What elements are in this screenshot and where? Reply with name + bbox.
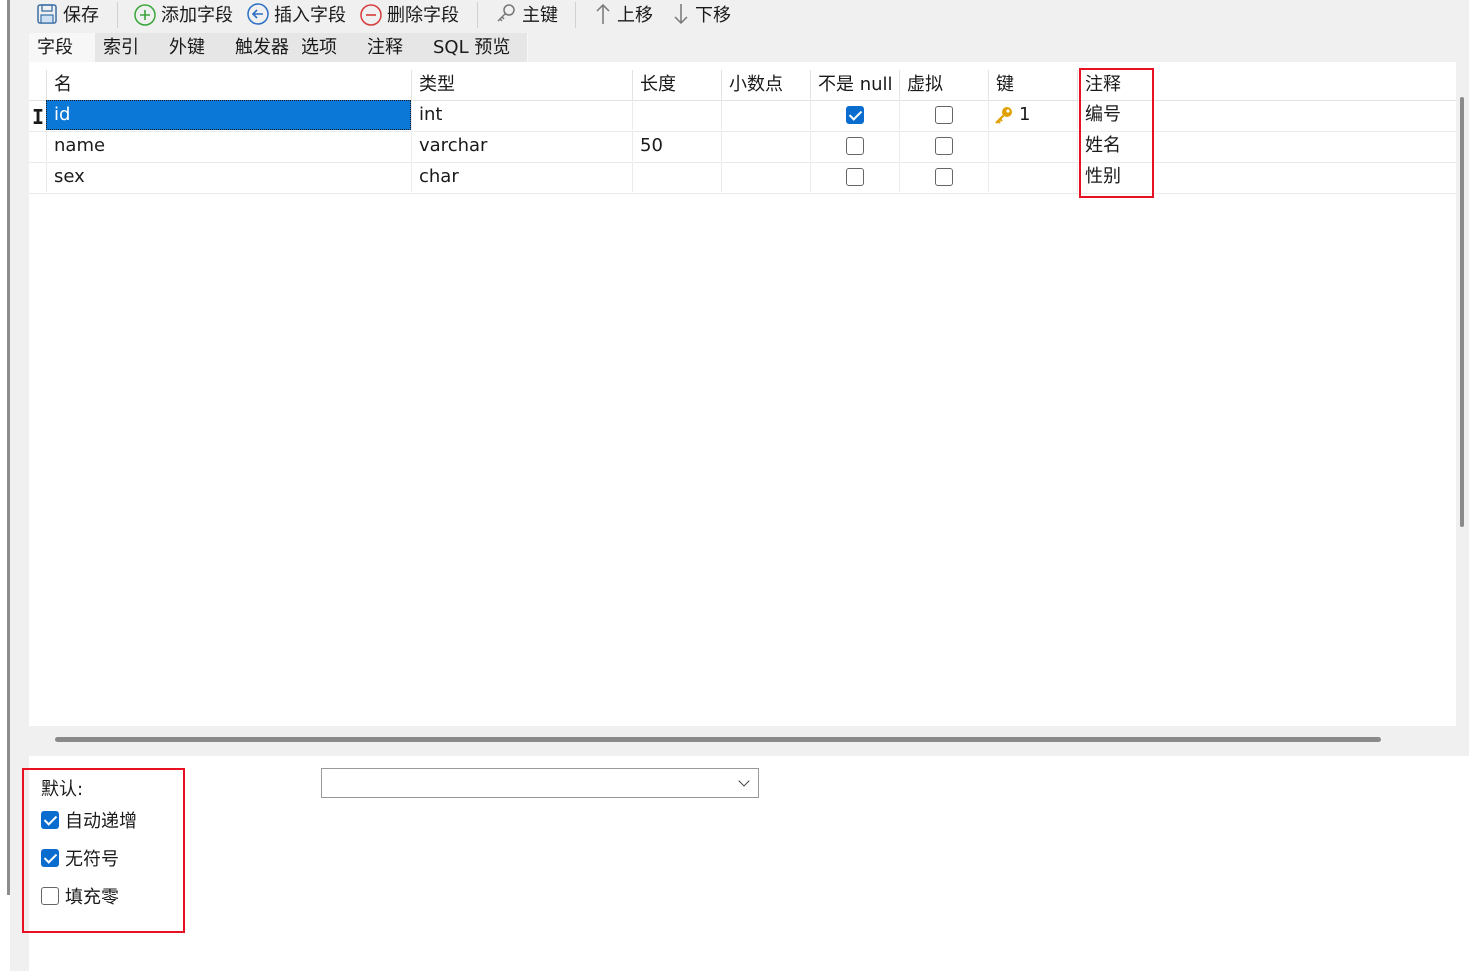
virtual-checkbox[interactable] xyxy=(935,168,953,186)
properties-highlight xyxy=(22,768,185,933)
toolbar-separator xyxy=(575,2,576,28)
not-null-checkbox[interactable] xyxy=(846,168,864,186)
key-icon xyxy=(494,2,518,26)
cell-name[interactable]: id xyxy=(46,100,411,130)
cell-decimals[interactable] xyxy=(721,131,810,161)
cell-virtual xyxy=(899,100,988,130)
move-down-label: 下移 xyxy=(695,5,731,26)
window-left-edge xyxy=(0,0,10,971)
move-up-button[interactable]: 上移 xyxy=(593,0,653,28)
chevron-down-icon xyxy=(738,775,750,787)
cell-not-null xyxy=(810,162,899,192)
virtual-checkbox[interactable] xyxy=(935,106,953,124)
save-button[interactable]: 保存 xyxy=(35,0,99,28)
column-header-key[interactable]: 键 xyxy=(988,70,1077,100)
delete-field-button[interactable]: 删除字段 xyxy=(359,0,459,28)
key-index: 1 xyxy=(1019,104,1031,125)
move-up-label: 上移 xyxy=(617,5,653,26)
horizontal-scrollbar[interactable] xyxy=(29,726,1456,756)
toolbar: 保存 添加字段 插入字段 删除字段 主键 上移 下移 xyxy=(10,0,1469,30)
arrow-down-icon xyxy=(671,2,691,26)
vertical-scrollbar-thumb[interactable] xyxy=(1460,97,1464,527)
save-icon xyxy=(35,2,59,26)
vertical-scrollbar[interactable] xyxy=(1456,72,1469,726)
primary-key-button[interactable]: 主键 xyxy=(494,0,558,28)
cell-decimals[interactable] xyxy=(721,162,810,192)
add-field-button[interactable]: 添加字段 xyxy=(133,0,233,28)
comment-column-highlight xyxy=(1079,68,1154,198)
grid-header: 名 类型 长度 小数点 不是 null 虚拟 键 注释 xyxy=(29,70,1456,101)
cell-key[interactable]: 1 xyxy=(988,100,1077,130)
cell-not-null xyxy=(810,131,899,161)
move-down-button[interactable]: 下移 xyxy=(671,0,731,28)
column-header-type[interactable]: 类型 xyxy=(411,70,632,100)
cell-length[interactable] xyxy=(632,100,721,130)
table-row[interactable]: id int 1 编号 xyxy=(29,100,1456,132)
delete-field-label: 删除字段 xyxy=(387,5,459,26)
horizontal-scrollbar-thumb[interactable] xyxy=(55,737,1381,742)
arrow-up-icon xyxy=(593,2,613,26)
cell-type[interactable]: char xyxy=(411,162,632,192)
cell-not-null xyxy=(810,100,899,130)
not-null-checkbox[interactable] xyxy=(846,106,864,124)
primary-key-label: 主键 xyxy=(522,5,558,26)
insert-arrow-icon xyxy=(246,2,270,26)
remove-circle-icon xyxy=(359,2,383,26)
add-circle-icon xyxy=(133,2,157,26)
cell-length[interactable]: 50 xyxy=(632,131,721,161)
cell-decimals[interactable] xyxy=(721,100,810,130)
cell-type[interactable]: varchar xyxy=(411,131,632,161)
toolbar-separator xyxy=(117,2,118,28)
insert-field-button[interactable]: 插入字段 xyxy=(246,0,346,28)
column-header-not-null[interactable]: 不是 null xyxy=(810,70,899,100)
save-label: 保存 xyxy=(63,5,99,26)
cell-length[interactable] xyxy=(632,162,721,192)
cell-key[interactable] xyxy=(988,131,1077,161)
cell-virtual xyxy=(899,131,988,161)
fields-grid: 名 类型 长度 小数点 不是 null 虚拟 键 注释 I id int 1 编… xyxy=(29,62,1456,726)
cell-type[interactable]: int xyxy=(411,100,632,130)
cell-virtual xyxy=(899,162,988,192)
field-properties-panel: 默认: 自动递增 无符号 填充零 xyxy=(29,756,1469,971)
toolbar-separator xyxy=(477,2,478,28)
virtual-checkbox[interactable] xyxy=(935,137,953,155)
table-row[interactable]: name varchar 50 姓名 xyxy=(29,131,1456,163)
table-row[interactable]: sex char 性别 xyxy=(29,162,1456,194)
column-header-name[interactable]: 名 xyxy=(46,70,411,100)
insert-field-label: 插入字段 xyxy=(274,5,346,26)
column-header-length[interactable]: 长度 xyxy=(632,70,721,100)
cell-name[interactable]: sex xyxy=(46,162,411,192)
column-header-virtual[interactable]: 虚拟 xyxy=(899,70,988,100)
tab-sql-preview[interactable]: SQL 预览 xyxy=(425,33,528,62)
add-field-label: 添加字段 xyxy=(161,5,233,26)
default-value-select[interactable] xyxy=(321,768,759,798)
cell-key[interactable] xyxy=(988,162,1077,192)
column-header-decimals[interactable]: 小数点 xyxy=(721,70,810,100)
not-null-checkbox[interactable] xyxy=(846,137,864,155)
cell-name[interactable]: name xyxy=(46,131,411,161)
